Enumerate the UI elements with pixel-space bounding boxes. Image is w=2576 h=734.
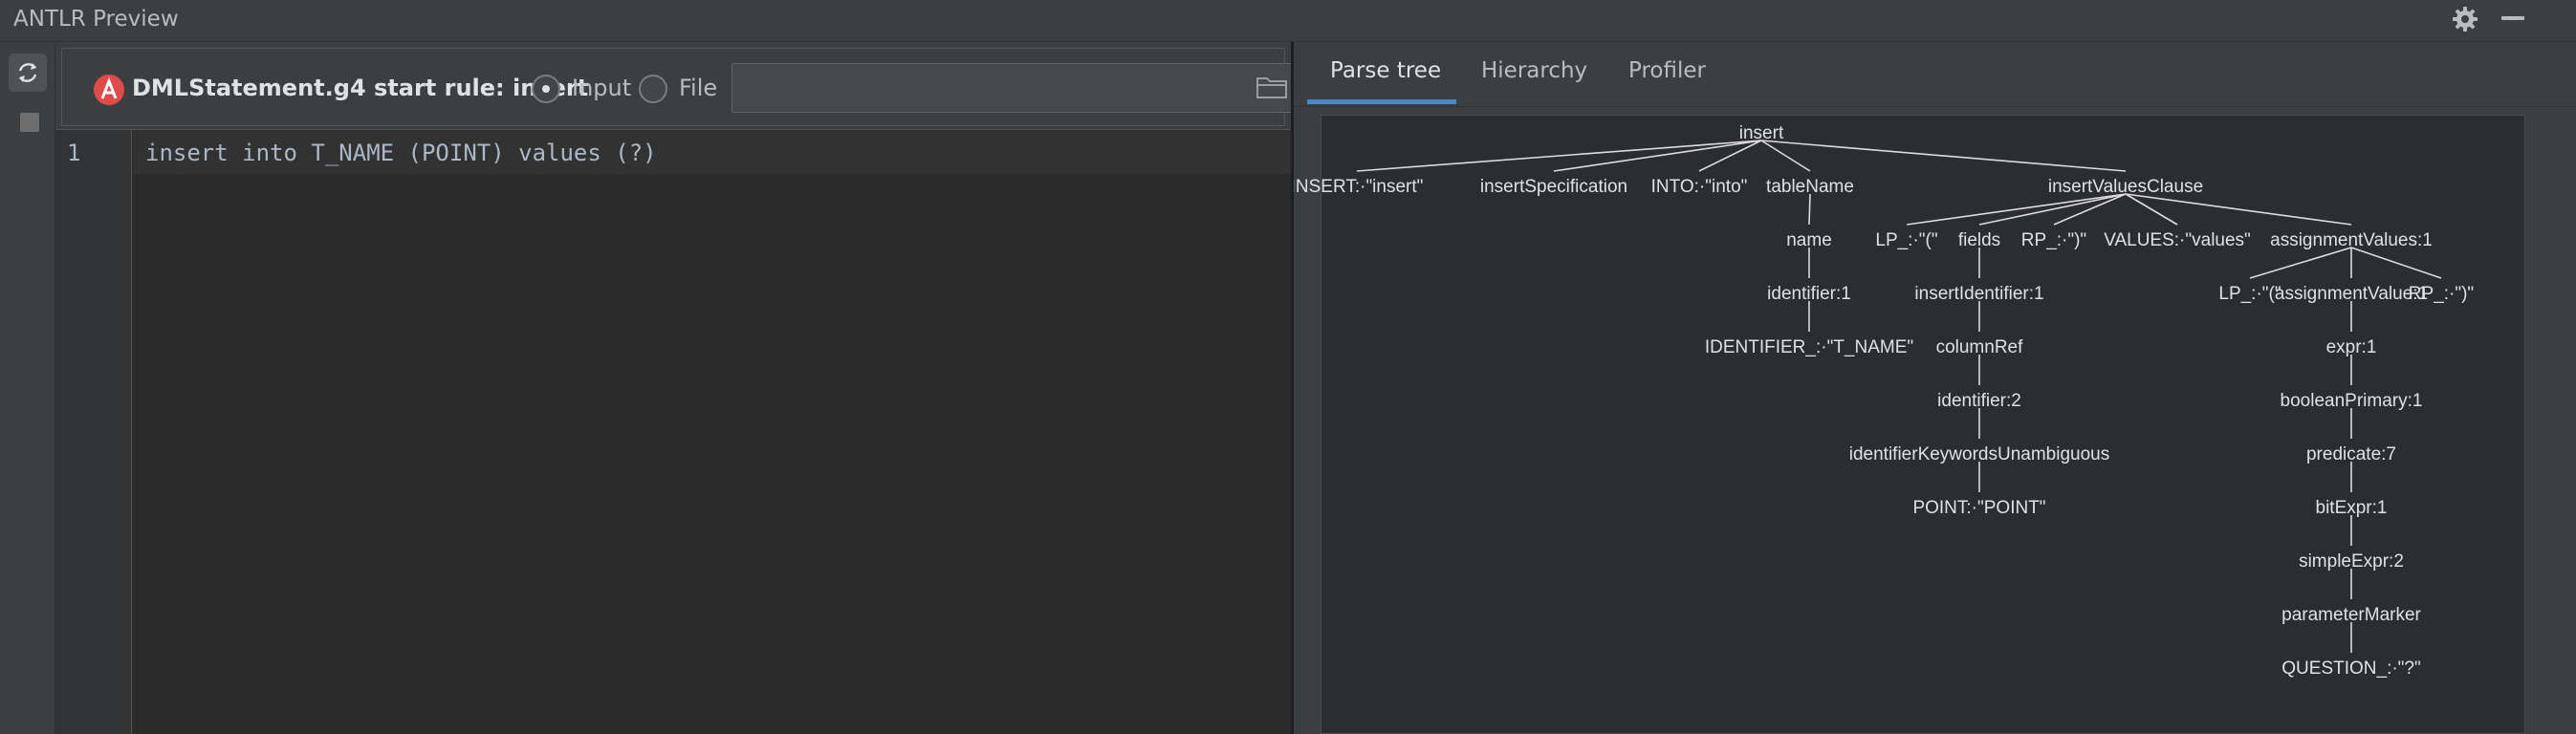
- radio-selected-dot: [542, 85, 550, 93]
- tree-node[interactable]: INTO:·"into": [1651, 177, 1748, 197]
- tree-node[interactable]: QUESTION_:·"?": [2281, 658, 2420, 679]
- tree-edge: [1978, 193, 2127, 226]
- tree-node[interactable]: predicate:7: [2306, 444, 2396, 464]
- file-path-input[interactable]: [731, 63, 1298, 113]
- tree-node[interactable]: tableName: [1766, 177, 1854, 197]
- tree-edge: [2350, 247, 2442, 279]
- tree-node[interactable]: identifier:2: [1937, 391, 2021, 411]
- gear-icon[interactable]: [2450, 4, 2480, 34]
- refresh-icon: [18, 63, 37, 82]
- title-bar: ANTLR Preview: [0, 0, 2576, 42]
- input-radio-label[interactable]: Input: [572, 75, 631, 101]
- tree-node[interactable]: name: [1786, 230, 1832, 250]
- tree-node[interactable]: assignmentValues:1: [2270, 230, 2433, 250]
- tree-node[interactable]: expr:1: [2326, 337, 2377, 357]
- tree-node[interactable]: LP_:·"(": [1875, 230, 1937, 250]
- tree-node[interactable]: RP_:·")": [2409, 284, 2474, 304]
- tree-node[interactable]: assignmentValue:1: [2275, 284, 2428, 304]
- tree-node[interactable]: insertSpecification: [1480, 177, 1627, 197]
- tree-node[interactable]: identifierKeywordsUnambiguous: [1849, 444, 2109, 464]
- tree-edge: [1760, 140, 2127, 172]
- stop-icon[interactable]: [20, 113, 39, 132]
- tool-strip: [0, 42, 55, 734]
- tree-node[interactable]: RP_:·")": [2021, 230, 2086, 250]
- code-editor[interactable]: 1 insert into T_NAME (POINT) values (?): [55, 130, 1291, 734]
- tree-node[interactable]: fields: [1958, 230, 2000, 250]
- tree-edge: [1760, 140, 1811, 172]
- tree-node[interactable]: VALUES:·"values": [2104, 230, 2251, 250]
- tree-node[interactable]: POINT:·"POINT": [1912, 498, 2045, 518]
- tree-node[interactable]: columnRef: [1936, 337, 2024, 357]
- tree-node[interactable]: identifier:1: [1767, 284, 1851, 304]
- tree-edge: [1906, 193, 2127, 226]
- folder-icon[interactable]: [1255, 75, 1288, 99]
- tree-node[interactable]: booleanPrimary:1: [2281, 391, 2423, 411]
- tree-node[interactable]: insertIdentifier:1: [1914, 284, 2043, 304]
- tree-node[interactable]: insertValuesClause: [2048, 177, 2203, 197]
- input-radio[interactable]: [532, 75, 560, 103]
- line-number: 1: [67, 140, 81, 166]
- tree-edge: [2125, 193, 2352, 226]
- tree-edge: [2249, 247, 2352, 279]
- tree-node[interactable]: bitExpr:1: [2316, 498, 2388, 518]
- tree-edge: [1808, 193, 1811, 226]
- window-title: ANTLR Preview: [13, 7, 179, 32]
- input-panel: DMLStatement.g4 start rule: insert Input…: [55, 42, 1298, 734]
- minimize-icon[interactable]: [2501, 16, 2524, 20]
- rule-bar: DMLStatement.g4 start rule: insert Input…: [55, 42, 1298, 130]
- line-gutter: 1: [55, 130, 132, 734]
- start-rule-label: DMLStatement.g4 start rule: insert: [132, 75, 589, 101]
- antlr-icon: [94, 75, 124, 105]
- tree-node[interactable]: parameterMarker: [2281, 605, 2421, 625]
- code-line[interactable]: insert into T_NAME (POINT) values (?): [145, 140, 657, 166]
- file-radio-label[interactable]: File: [679, 75, 717, 101]
- tree-node[interactable]: LP_:·"(": [2218, 284, 2281, 304]
- tree-node[interactable]: simpleExpr:2: [2299, 551, 2404, 572]
- file-radio[interactable]: [639, 75, 667, 103]
- tree-edge: [2125, 193, 2178, 226]
- parse-tree[interactable]: insert INSERT:·"insert" insertSpecificatio…: [1294, 42, 2576, 734]
- tree-node[interactable]: INSERT:·"insert": [1294, 177, 1423, 197]
- tree-node[interactable]: IDENTIFIER_:·"T_NAME": [1705, 337, 1913, 357]
- tree-node[interactable]: insert: [1739, 123, 1784, 143]
- refresh-button[interactable]: [9, 54, 47, 92]
- tree-edge: [1356, 140, 1762, 172]
